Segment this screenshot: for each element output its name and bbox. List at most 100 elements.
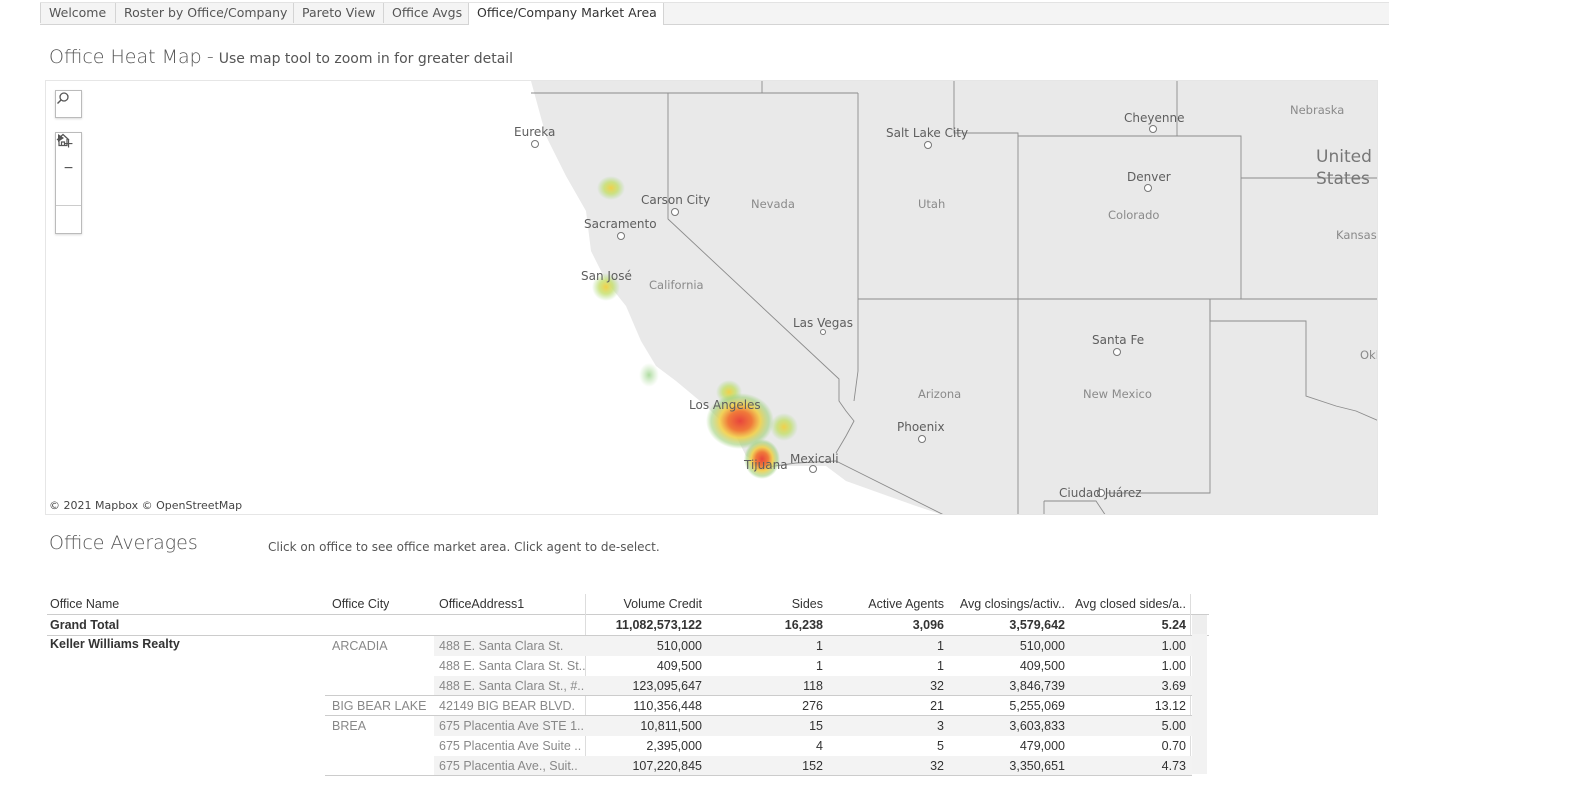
cell-avg-sides: 0.70 bbox=[1161, 739, 1186, 753]
table-row[interactable]: 488 E. Santa Clara St., #.. 123,095,647 11… bbox=[47, 676, 1209, 696]
averages-title: Office Averages bbox=[49, 532, 198, 554]
label-tijuana: Tijuana bbox=[744, 458, 788, 472]
col-office-name[interactable]: Office Name bbox=[50, 594, 119, 614]
table-row[interactable]: 675 Placentia Ave Suite .. 2,395,000 4 5 479… bbox=[47, 736, 1209, 756]
table-row[interactable]: ARCADIA 488 E. Santa Clara St. 510,000 1 1 51… bbox=[47, 636, 1209, 656]
cell-agents: 1 bbox=[937, 639, 944, 653]
label-eureka: Eureka bbox=[514, 125, 556, 139]
col-active-agents[interactable]: Active Agents bbox=[827, 594, 944, 614]
cell-avg-closings: 510,000 bbox=[1019, 639, 1065, 653]
grand-total-sides: 16,238 bbox=[784, 618, 823, 632]
grand-total-row[interactable]: Grand Total 11,082,573,122 16,238 3,096 … bbox=[47, 615, 1209, 636]
label-arizona: Arizona bbox=[918, 387, 962, 401]
col-avg-closings[interactable]: Avg closings/activ.. bbox=[947, 594, 1065, 614]
tab-roster-by-office-company[interactable]: Roster by Office/Company bbox=[115, 3, 293, 23]
cell-volume: 110,356,448 bbox=[633, 699, 702, 713]
label-kansas: Kansas bbox=[1336, 228, 1377, 242]
averages-instructions: Click on office to see office market are… bbox=[268, 540, 660, 554]
tab-welcome[interactable]: Welcome bbox=[40, 3, 115, 23]
map-attribution: © 2021 Mapbox © OpenStreetMap bbox=[49, 499, 243, 512]
cell-address: 675 Placentia Ave Suite .. bbox=[439, 739, 582, 753]
label-salt-lake-city: Salt Lake City bbox=[886, 126, 969, 140]
heat-spot bbox=[597, 176, 625, 200]
label-sacramento: Sacramento bbox=[584, 217, 657, 231]
label-denver: Denver bbox=[1127, 170, 1171, 184]
home-icon[interactable] bbox=[56, 133, 81, 205]
label-utah: Utah bbox=[918, 197, 946, 211]
cell-agents: 32 bbox=[930, 759, 944, 773]
title-separator: - bbox=[206, 46, 214, 68]
label-phoenix: Phoenix bbox=[897, 420, 945, 434]
cell-volume: 510,000 bbox=[656, 639, 702, 653]
cell-volume: 123,095,647 bbox=[632, 679, 702, 693]
label-ciudad-juarez: Ciudad Juárez bbox=[1059, 486, 1142, 500]
table-header: Office Name Office City OfficeAddress1 V… bbox=[47, 594, 1209, 615]
label-california: California bbox=[649, 278, 704, 292]
col-sides[interactable]: Sides bbox=[727, 594, 823, 614]
table-row[interactable]: 675 Placentia Ave., Suit.. 107,220,845 152… bbox=[47, 756, 1209, 776]
col-office-city[interactable]: Office City bbox=[332, 594, 389, 614]
cell-sides: 152 bbox=[802, 759, 823, 773]
play-icon[interactable] bbox=[56, 134, 81, 230]
search-icon[interactable] bbox=[56, 91, 81, 117]
cell-sides: 1 bbox=[816, 639, 823, 653]
label-las-vegas: Las Vegas bbox=[793, 316, 853, 330]
cell-avg-closings: 5,255,069 bbox=[1009, 699, 1065, 713]
averages-title-row: Office Averages bbox=[49, 532, 198, 554]
tab-office-company-market-area[interactable]: Office/Company Market Area bbox=[468, 3, 664, 25]
heatmap-title: Office Heat Map bbox=[49, 46, 202, 68]
col-volume-credit[interactable]: Volume Credit bbox=[587, 594, 702, 614]
label-nebraska: Nebraska bbox=[1290, 103, 1345, 117]
cell-agents: 3 bbox=[937, 719, 944, 733]
cell-agents: 21 bbox=[930, 699, 944, 713]
cell-avg-sides: 5.00 bbox=[1161, 719, 1186, 733]
table-row[interactable]: BREA 675 Placentia Ave STE 1.. 10,811,500 1… bbox=[47, 716, 1209, 736]
label-nevada: Nevada bbox=[751, 197, 795, 211]
grand-total-volume: 11,082,573,122 bbox=[615, 618, 702, 632]
cell-avg-closings: 3,603,833 bbox=[1009, 719, 1065, 733]
cell-volume: 409,500 bbox=[656, 659, 702, 673]
office-heat-map[interactable]: Eureka Carson City Sacramento San José C… bbox=[45, 80, 1378, 515]
label-okl: Okl bbox=[1360, 348, 1378, 362]
cell-avg-closings: 3,350,651 bbox=[1009, 759, 1065, 773]
cell-volume: 107,220,845 bbox=[632, 759, 702, 773]
cell-sides: 118 bbox=[803, 679, 823, 693]
cell-agents: 5 bbox=[937, 739, 944, 753]
cell-avg-sides: 3.69 bbox=[1161, 679, 1186, 693]
tab-pareto-view[interactable]: Pareto View bbox=[293, 3, 383, 23]
grand-total-agents: 3,096 bbox=[912, 618, 944, 632]
grand-total-label: Grand Total bbox=[50, 618, 120, 632]
label-los-angeles: Los Angeles bbox=[689, 398, 761, 412]
cell-avg-sides: 13.12 bbox=[1154, 699, 1186, 713]
tab-office-avgs[interactable]: Office Avgs bbox=[383, 3, 468, 23]
scrollbar-thumb[interactable] bbox=[1192, 615, 1207, 635]
cell-address: 675 Placentia Ave STE 1.. bbox=[439, 719, 585, 733]
cell-city: ARCADIA bbox=[332, 639, 388, 653]
cell-volume: 10,811,500 bbox=[640, 719, 702, 733]
cell-avg-closings: 3,846,739 bbox=[1009, 679, 1065, 693]
col-office-address[interactable]: OfficeAddress1 bbox=[439, 594, 524, 614]
minus-icon[interactable]: − bbox=[56, 157, 81, 181]
dashboard-tab-bar: Welcome Roster by Office/Company Pareto … bbox=[40, 2, 1389, 25]
cell-address: 42149 BIG BEAR BLVD. bbox=[439, 699, 575, 713]
map-search-control[interactable] bbox=[55, 90, 82, 118]
cell-avg-closings: 409,500 bbox=[1019, 659, 1065, 673]
label-carson-city: Carson City bbox=[641, 193, 711, 207]
cell-avg-sides: 4.73 bbox=[1161, 759, 1186, 773]
table-row[interactable]: BIG BEAR LAKE 42149 BIG BEAR BLVD. 110,356… bbox=[47, 696, 1209, 716]
cell-city: BREA bbox=[332, 719, 367, 733]
cell-sides: 15 bbox=[809, 719, 823, 733]
label-san-jose: San José bbox=[581, 269, 632, 283]
table-row[interactable]: 488 E. Santa Clara St. St.. 409,500 1 1 409,… bbox=[47, 656, 1209, 676]
label-united-states: United States bbox=[1316, 147, 1372, 189]
col-avg-closed-sides[interactable]: Avg closed sides/a.. bbox=[1069, 594, 1186, 614]
cell-address: 675 Placentia Ave., Suit.. bbox=[439, 759, 578, 773]
label-new-mexico: New Mexico bbox=[1083, 387, 1152, 401]
label-mexicali: Mexicali bbox=[790, 452, 839, 466]
label-colorado: Colorado bbox=[1108, 208, 1160, 222]
cell-address: 488 E. Santa Clara St., #.. bbox=[439, 679, 585, 693]
label-santa-fe: Santa Fe bbox=[1092, 333, 1145, 347]
heatmap-subtitle: Use map tool to zoom in for greater deta… bbox=[218, 51, 514, 67]
cell-sides: 1 bbox=[816, 659, 823, 673]
cell-agents: 1 bbox=[937, 659, 944, 673]
